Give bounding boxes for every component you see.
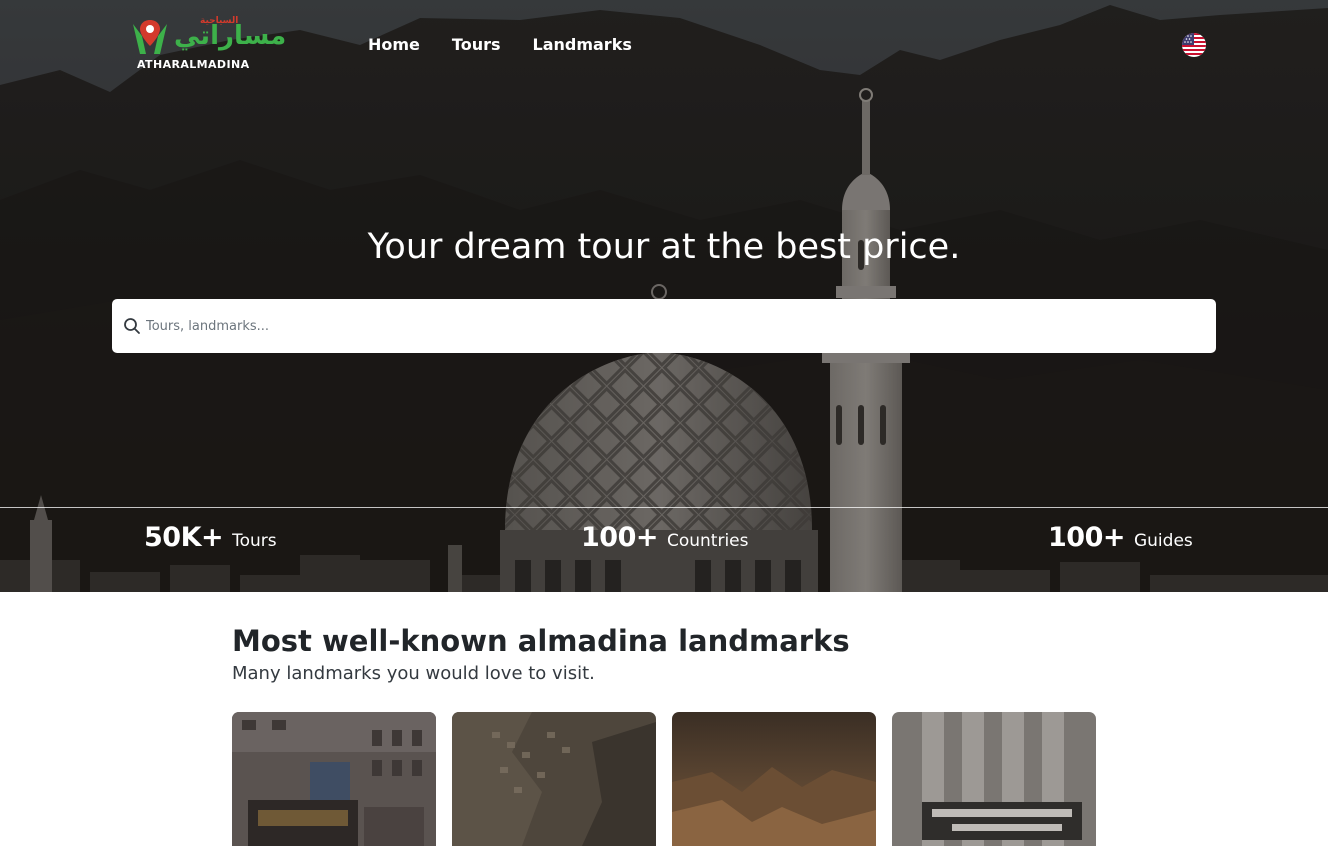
search-bar[interactable] bbox=[112, 299, 1216, 353]
stat-label: Countries bbox=[666, 531, 749, 551]
landmark-card-image bbox=[892, 712, 1096, 846]
hero-section: السياحية مساراتي ATHARALMADINA Home Tour… bbox=[0, 0, 1328, 592]
stat-label: Tours bbox=[232, 531, 277, 551]
brand-name-arabic: مساراتي bbox=[174, 21, 287, 51]
brand-name-english: ATHARALMADINA bbox=[137, 58, 250, 71]
stat-value: 100+ bbox=[581, 522, 658, 553]
landmark-card[interactable] bbox=[232, 712, 436, 846]
stat-value: 100+ bbox=[1048, 522, 1125, 553]
landmark-card[interactable] bbox=[452, 712, 656, 846]
landmark-card-image bbox=[452, 712, 656, 846]
stat-value: 50K+ bbox=[144, 522, 224, 553]
main-nav: Home Tours Landmarks bbox=[368, 35, 632, 55]
map-pin-logo-icon bbox=[133, 20, 167, 54]
stat-label: Guides bbox=[1133, 531, 1193, 551]
top-navbar: السياحية مساراتي ATHARALMADINA Home Tour… bbox=[0, 0, 1328, 90]
stats-divider bbox=[0, 507, 1328, 508]
stat-countries: 100+ Countries bbox=[581, 522, 749, 553]
nav-home-link[interactable]: Home bbox=[368, 35, 420, 55]
stat-tours: 50K+ Tours bbox=[144, 522, 277, 553]
stat-guides: 100+ Guides bbox=[1048, 522, 1193, 553]
search-input[interactable] bbox=[146, 318, 1196, 334]
landmark-card-image bbox=[672, 712, 876, 846]
landmark-card-image bbox=[232, 712, 436, 846]
landmarks-section-title: Most well-known almadina landmarks bbox=[232, 624, 850, 658]
search-icon bbox=[124, 318, 140, 334]
nav-landmarks-link[interactable]: Landmarks bbox=[533, 35, 632, 55]
nav-tours-link[interactable]: Tours bbox=[452, 35, 501, 55]
landmark-card[interactable] bbox=[672, 712, 876, 846]
landmark-card[interactable] bbox=[892, 712, 1096, 846]
landmarks-section-subtitle: Many landmarks you would love to visit. bbox=[232, 663, 595, 684]
brand-logo[interactable]: السياحية مساراتي ATHARALMADINA bbox=[130, 14, 287, 74]
us-flag-icon[interactable] bbox=[1182, 33, 1206, 57]
hero-title: Your dream tour at the best price. bbox=[367, 227, 961, 267]
